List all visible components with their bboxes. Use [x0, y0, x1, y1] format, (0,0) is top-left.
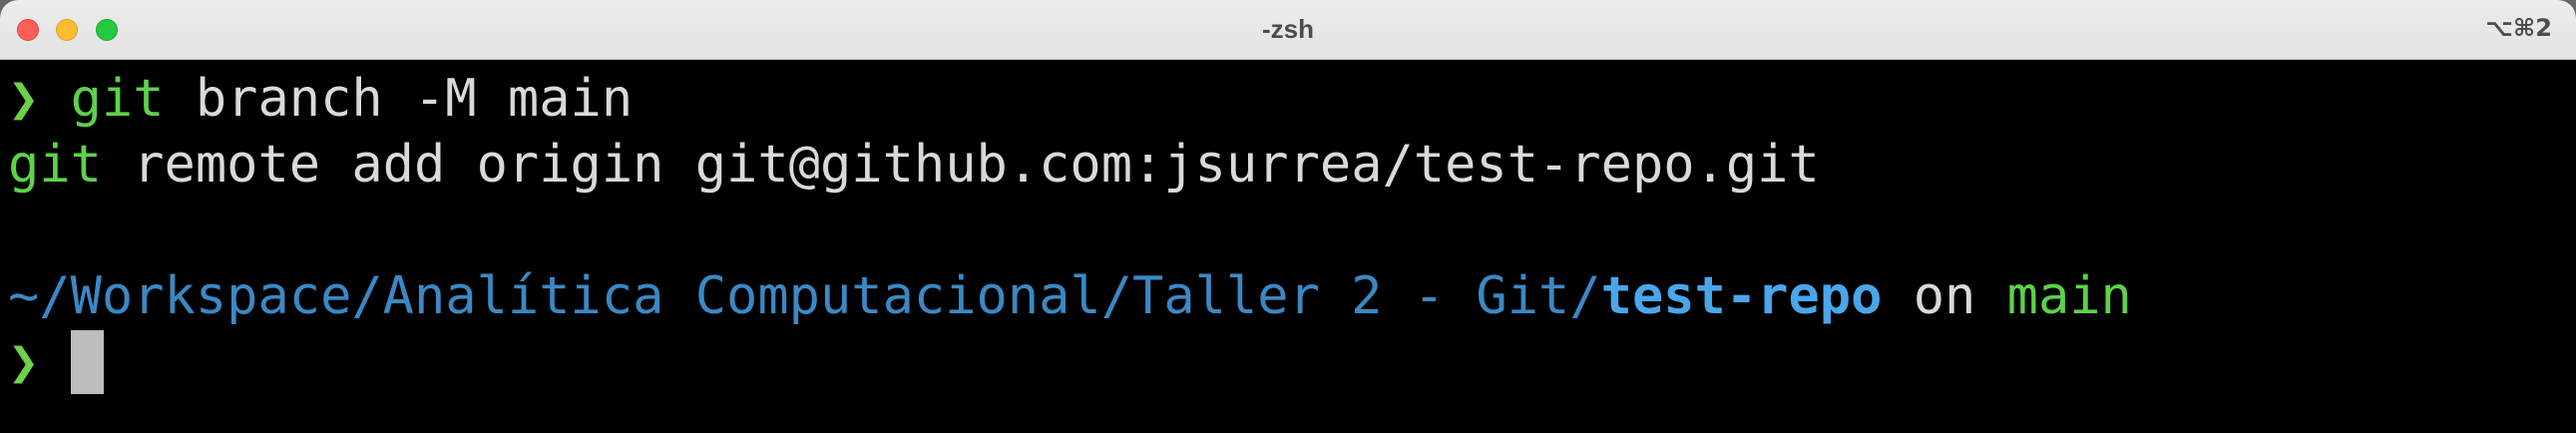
- on-label: on: [1882, 266, 2007, 326]
- prompt-symbol: ❯: [8, 69, 40, 129]
- active-prompt-line[interactable]: ❯: [8, 329, 105, 395]
- title-bar: -zsh ⌥⌘2: [0, 0, 2576, 60]
- terminal-window: -zsh ⌥⌘2 ❯ git branch -M main git remote…: [0, 0, 2576, 433]
- repo-name: test-repo: [1600, 266, 1883, 326]
- command-args: remote add origin git@github.com:jsurrea…: [101, 135, 1820, 195]
- prompt-context-line: ~/Workspace/Analítica Computacional/Tall…: [8, 263, 2132, 329]
- text-cursor: [71, 330, 105, 394]
- terminal-line: git remote add origin git@github.com:jsu…: [8, 132, 1820, 198]
- git-branch: main: [2006, 266, 2132, 326]
- command-args: branch -M main: [164, 69, 634, 129]
- terminal-output[interactable]: ❯ git branch -M main git remote add orig…: [0, 60, 2576, 433]
- working-directory-path: ~/Workspace/Analítica Computacional/Tall…: [8, 266, 1601, 326]
- window-shortcut: ⌥⌘2: [2485, 14, 2552, 42]
- command-name: git: [70, 69, 165, 129]
- command-name: git: [8, 135, 102, 195]
- terminal-line: ❯ git branch -M main: [8, 66, 633, 132]
- prompt-symbol: ❯: [8, 332, 40, 392]
- window-title: -zsh: [1262, 14, 1314, 44]
